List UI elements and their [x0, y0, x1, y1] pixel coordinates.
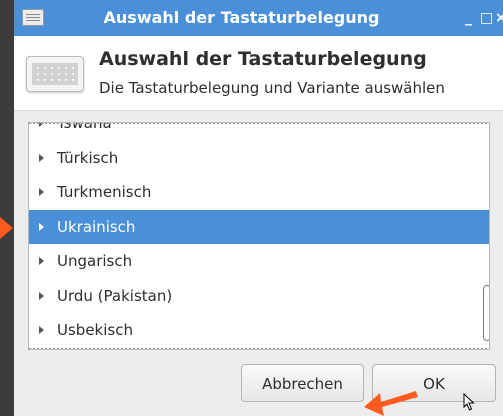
expander-icon[interactable] [39, 153, 44, 162]
keyboard-layout-dialog: Auswahl der Tastaturbelegung _ □ × Auswa… [14, 0, 503, 416]
mouse-pointer-icon [463, 393, 475, 411]
list-item[interactable]: Turkmenisch [29, 175, 489, 210]
list-item[interactable]: Urdu (Pakistan) [29, 279, 489, 314]
scroll-overflow-indicator-top [29, 123, 489, 124]
window-title: Auswahl der Tastaturbelegung [103, 8, 380, 27]
scrollbar-thumb[interactable] [483, 285, 489, 341]
annotation-arrow-icon [364, 391, 418, 416]
expander-icon[interactable] [39, 257, 44, 265]
expander-icon[interactable] [39, 222, 44, 231]
expander-icon[interactable] [39, 326, 44, 334]
layout-list[interactable]: Tswana Türkisch Turkmenisch Ukrainisch U… [28, 122, 490, 350]
list-item[interactable]: Ungarisch [29, 244, 489, 279]
list-item-label: Urdu (Pakistan) [57, 286, 173, 305]
close-button[interactable]: × [495, 10, 503, 26]
title-bar[interactable]: Auswahl der Tastaturbelegung _ □ × [14, 0, 503, 36]
cancel-button[interactable]: Abbrechen [241, 364, 364, 402]
list-item-label: Tswana [57, 122, 112, 132]
expander-icon[interactable] [39, 291, 44, 300]
list-item-label: Ungarisch [57, 252, 133, 270]
maximize-button[interactable]: □ [480, 10, 493, 26]
list-item[interactable]: Türkisch [29, 141, 489, 176]
layout-list-rows: Tswana Türkisch Turkmenisch Ukrainisch U… [29, 122, 489, 348]
list-item-label: Usbekisch [57, 321, 133, 339]
keyboard-icon [26, 56, 84, 92]
header-title: Auswahl der Tastaturbelegung [99, 48, 427, 70]
annotation-arrow-icon [0, 217, 13, 239]
list-item-selected[interactable]: Ukrainisch [29, 209, 489, 244]
keyboard-keys [32, 63, 78, 85]
window-menu-icon[interactable] [22, 9, 44, 26]
expander-icon[interactable] [39, 188, 44, 196]
list-item-label: Turkmenisch [57, 183, 152, 201]
dialog-header: Auswahl der Tastaturbelegung Die Tastatu… [14, 36, 503, 111]
scroll-overflow-indicator-bottom [29, 348, 489, 349]
header-subtitle: Die Tastaturbelegung und Variante auswäh… [99, 79, 445, 97]
list-item[interactable]: Usbekisch [29, 313, 489, 348]
list-item-label: Türkisch [57, 148, 119, 167]
list-item[interactable]: Tswana [29, 122, 489, 141]
minimize-button[interactable]: _ [465, 10, 472, 26]
list-item-label: Ukrainisch [57, 217, 136, 236]
